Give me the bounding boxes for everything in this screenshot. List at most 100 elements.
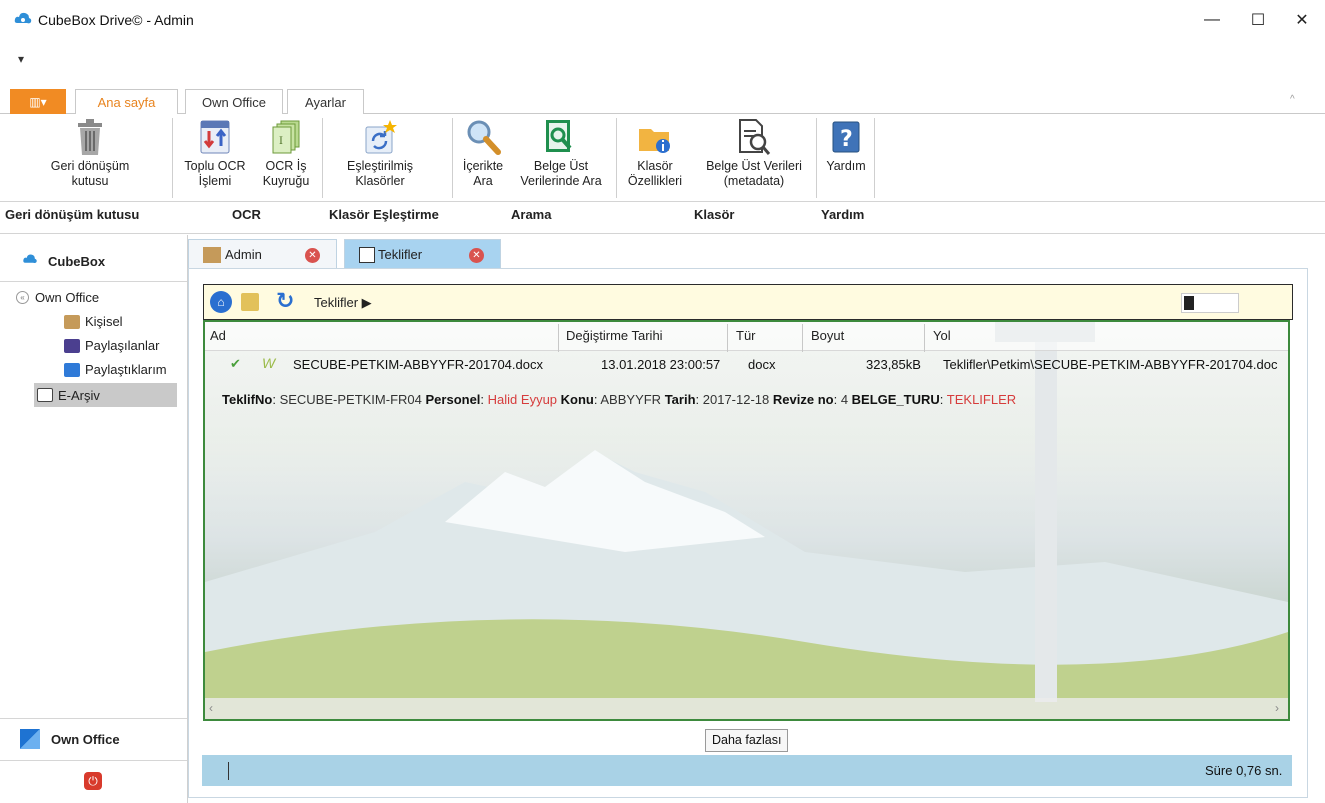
elapsed-time: Süre 0,76 sn.	[1205, 763, 1283, 778]
folder-info-icon	[637, 117, 673, 157]
search-content-button[interactable]: İçerikte Ara	[455, 117, 511, 189]
ribbon-separator	[874, 118, 875, 198]
metadata-label-1: Belge Üst Verileri	[706, 159, 802, 173]
help-icon: ?	[828, 117, 864, 157]
window-title: CubeBox Drive© - Admin	[38, 12, 194, 28]
word-doc-icon: W	[262, 355, 276, 371]
folder-props-label-2: Özellikleri	[627, 174, 683, 188]
power-icon[interactable]: ⏻	[84, 772, 102, 790]
tree-item-label: Paylaştıklarım	[85, 362, 167, 377]
scroll-right-icon[interactable]: ›	[1275, 701, 1279, 715]
tree-item-paylasilanlar[interactable]: Paylaşılanlar	[64, 338, 159, 353]
sync-folder-icon	[362, 117, 398, 157]
ocr-arrows-icon	[197, 117, 233, 157]
tree-item-kisisel[interactable]: Kişisel	[64, 314, 123, 329]
ocr-queue-button[interactable]: I OCR İş Kuyruğu	[256, 117, 316, 189]
trash-icon	[72, 117, 108, 157]
collapse-icon[interactable]: «	[16, 291, 29, 304]
file-path: Teklifler\Petkim\SECUBE-PETKIM-ABBYYFR-2…	[943, 357, 1278, 372]
group-label-help: Yardım	[821, 207, 865, 222]
group-label-search: Arama	[511, 207, 552, 222]
cubebox-icon	[23, 254, 37, 264]
help-button[interactable]: ? Yardım	[818, 117, 874, 174]
cubebox-logo-icon	[14, 12, 32, 24]
collapse-ribbon-button[interactable]: ^	[1290, 94, 1295, 105]
personal-folder-icon	[64, 314, 80, 329]
col-header-size[interactable]: Boyut	[811, 328, 844, 343]
matched-label-2: Klasörler	[355, 174, 405, 188]
col-header-modified[interactable]: Değiştirme Tarihi	[566, 328, 663, 343]
column-divider[interactable]	[727, 324, 728, 352]
document-metadata-button[interactable]: Belge Üst Verileri (metadata)	[694, 117, 814, 189]
scroll-left-icon[interactable]: ‹	[209, 701, 213, 715]
meta-value: ABBYYFR	[600, 392, 662, 407]
col-header-type[interactable]: Tür	[736, 328, 756, 343]
maximize-button[interactable]: ☐	[1235, 0, 1281, 40]
home-icon[interactable]: ⌂	[210, 291, 232, 313]
file-menu-button[interactable]: ▥▾	[10, 89, 66, 114]
matched-label-1: Eşleştirilmiş	[347, 159, 413, 173]
slider-thumb[interactable]	[1184, 296, 1194, 310]
column-divider[interactable]	[558, 324, 559, 352]
doc-tab-admin[interactable]: Admin ✕	[188, 239, 337, 269]
background-landscape	[205, 322, 1288, 719]
tree-item-paylastiklarim[interactable]: Paylaştıklarım	[64, 362, 167, 377]
tree-root-label: Own Office	[35, 290, 100, 305]
tree-item-label: Paylaşılanlar	[85, 338, 160, 353]
ocr-queue-label-1: OCR İş	[265, 159, 307, 173]
minimize-button[interactable]: —	[1189, 0, 1235, 40]
file-modified: 13.01.2018 23:00:57	[601, 357, 721, 372]
quick-access-dropdown[interactable]: ▾	[18, 52, 24, 66]
tab-ayarlar[interactable]: Ayarlar	[287, 89, 364, 115]
tree-item-label: Kişisel	[85, 314, 123, 329]
tab-own-office[interactable]: Own Office	[185, 89, 283, 115]
recycle-label-2: kutusu	[71, 174, 109, 188]
breadcrumb[interactable]: Teklifler ▶	[314, 295, 372, 311]
file-type: docx	[748, 357, 776, 372]
tree-root-own-office[interactable]: « Own Office	[16, 290, 99, 305]
column-divider[interactable]	[924, 324, 925, 352]
ribbon-group-bar	[0, 201, 1325, 234]
meta-key: Tarih	[664, 392, 696, 407]
metadata-search-icon	[736, 117, 772, 157]
path-navigation-bar: ⌂ ↻ Teklifler ▶	[203, 284, 1293, 320]
file-metadata: TeklifNo: SECUBE-PETKIM-FR04 Personel: H…	[222, 392, 1017, 407]
help-label: Yardım	[826, 159, 866, 173]
nav-header: CubeBox	[0, 236, 187, 282]
tab-ana-sayfa[interactable]: Ana sayfa	[75, 89, 178, 116]
meta-value: SECUBE-PETKIM-FR04	[279, 392, 422, 407]
search-content-label-1: İçerikte	[462, 159, 504, 173]
refresh-icon[interactable]: ↻	[276, 288, 294, 314]
ribbon-separator	[816, 118, 817, 198]
matched-folders-button[interactable]: Eşleştirilmiş Klasörler	[330, 117, 430, 189]
admin-icon	[203, 246, 221, 263]
ocr-queue-icon: I	[268, 117, 304, 157]
nav-header-title: CubeBox	[48, 254, 106, 269]
status-bar	[202, 755, 1292, 786]
column-divider[interactable]	[802, 324, 803, 352]
view-slider[interactable]	[1181, 293, 1239, 313]
shared-icon	[64, 338, 80, 353]
search-metadata-button[interactable]: Belge Üst Verilerinde Ara	[511, 117, 611, 189]
svg-text:I: I	[279, 136, 283, 147]
recycle-bin-button[interactable]: Geri dönüşüm kutusu	[40, 117, 140, 189]
own-office-icon	[20, 729, 40, 749]
folder-properties-button[interactable]: Klasör Özellikleri	[620, 117, 690, 189]
doc-tab-teklifler[interactable]: Teklifler ✕	[344, 239, 501, 269]
bulk-ocr-button[interactable]: Toplu OCR İşlemi	[176, 117, 254, 189]
load-more-button[interactable]: Daha fazlası	[705, 729, 789, 752]
close-tab-icon[interactable]: ✕	[305, 248, 320, 263]
checkmark-icon: ✔	[230, 356, 241, 371]
close-button[interactable]: ✕	[1279, 0, 1325, 40]
doc-tab-label: Admin	[225, 247, 262, 262]
horizontal-scrollbar[interactable]: ‹ ›	[205, 698, 1288, 719]
col-header-name[interactable]: Ad	[210, 328, 226, 343]
close-tab-icon[interactable]: ✕	[469, 248, 484, 263]
share-icon	[64, 362, 80, 377]
new-folder-icon[interactable]	[241, 293, 259, 311]
tree-item-e-arsiv[interactable]: E-Arşiv	[34, 383, 177, 407]
col-header-path[interactable]: Yol	[933, 328, 951, 343]
own-office-nav-button[interactable]: Own Office	[0, 718, 187, 760]
file-grid	[203, 320, 1290, 721]
file-name[interactable]: SECUBE-PETKIM-ABBYYFR-201704.docx	[293, 357, 543, 372]
